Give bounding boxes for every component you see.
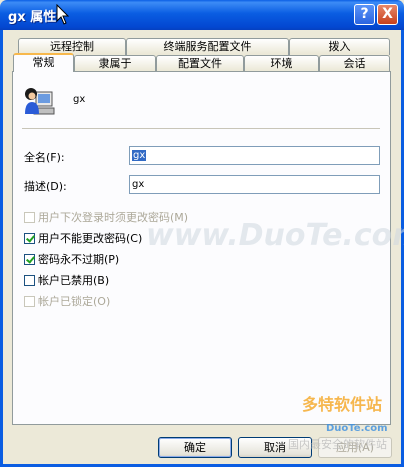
ok-button[interactable]: 确定 bbox=[158, 437, 232, 458]
watermark-logo: 多特软件站 bbox=[302, 395, 383, 414]
tab-environment[interactable]: 环境 bbox=[244, 55, 319, 72]
checkbox-cannot-change-password[interactable] bbox=[24, 233, 35, 244]
checkbox-password-never-expires[interactable] bbox=[24, 254, 35, 265]
mouse-cursor-icon bbox=[56, 4, 70, 25]
option-label: 帐户已锁定(O) bbox=[38, 295, 111, 308]
fullname-value: gx bbox=[132, 150, 147, 161]
tab-terminal-services-profile[interactable]: 终端服务配置文件 bbox=[126, 38, 289, 55]
user-icon bbox=[25, 88, 55, 115]
help-button[interactable]: ? bbox=[354, 4, 375, 25]
tab-general[interactable]: 常规 bbox=[13, 53, 74, 72]
option-account-disabled[interactable]: 帐户已禁用(B) bbox=[24, 272, 110, 287]
fullname-field[interactable]: gx bbox=[129, 146, 380, 165]
watermark-subtext: 国内最安全的软件站 bbox=[288, 438, 387, 451]
fullname-label: 全名(F): bbox=[24, 151, 65, 164]
checkbox-account-disabled[interactable] bbox=[24, 275, 35, 286]
option-cannot-change-password[interactable]: 用户不能更改密码(C) bbox=[24, 230, 143, 245]
option-label: 密码永不过期(P) bbox=[38, 253, 120, 266]
tab-sessions[interactable]: 会话 bbox=[319, 55, 390, 72]
watermark-text: www.DuoTe.com bbox=[146, 218, 404, 253]
window-title: gx 属性 bbox=[8, 10, 57, 25]
checkbox-account-locked bbox=[24, 296, 35, 307]
option-password-never-expires[interactable]: 密码永不过期(P) bbox=[24, 251, 120, 266]
watermark-site: DuoTe.com bbox=[326, 423, 388, 434]
tab-dial-in[interactable]: 拨入 bbox=[289, 38, 390, 55]
option-label: 帐户已禁用(B) bbox=[38, 274, 110, 287]
close-button[interactable]: X bbox=[377, 4, 398, 25]
checkbox-must-change-password bbox=[24, 212, 35, 223]
option-account-locked: 帐户已锁定(O) bbox=[24, 293, 111, 308]
separator bbox=[22, 128, 380, 129]
description-value: gx bbox=[132, 179, 145, 190]
tab-member-of[interactable]: 隶属于 bbox=[74, 55, 156, 72]
tab-profile[interactable]: 配置文件 bbox=[156, 55, 244, 72]
user-name: gx bbox=[73, 94, 86, 105]
description-label: 描述(D): bbox=[24, 180, 67, 193]
window-border-left bbox=[0, 30, 3, 467]
description-field[interactable]: gx bbox=[129, 175, 380, 194]
option-label: 用户不能更改密码(C) bbox=[38, 232, 143, 245]
